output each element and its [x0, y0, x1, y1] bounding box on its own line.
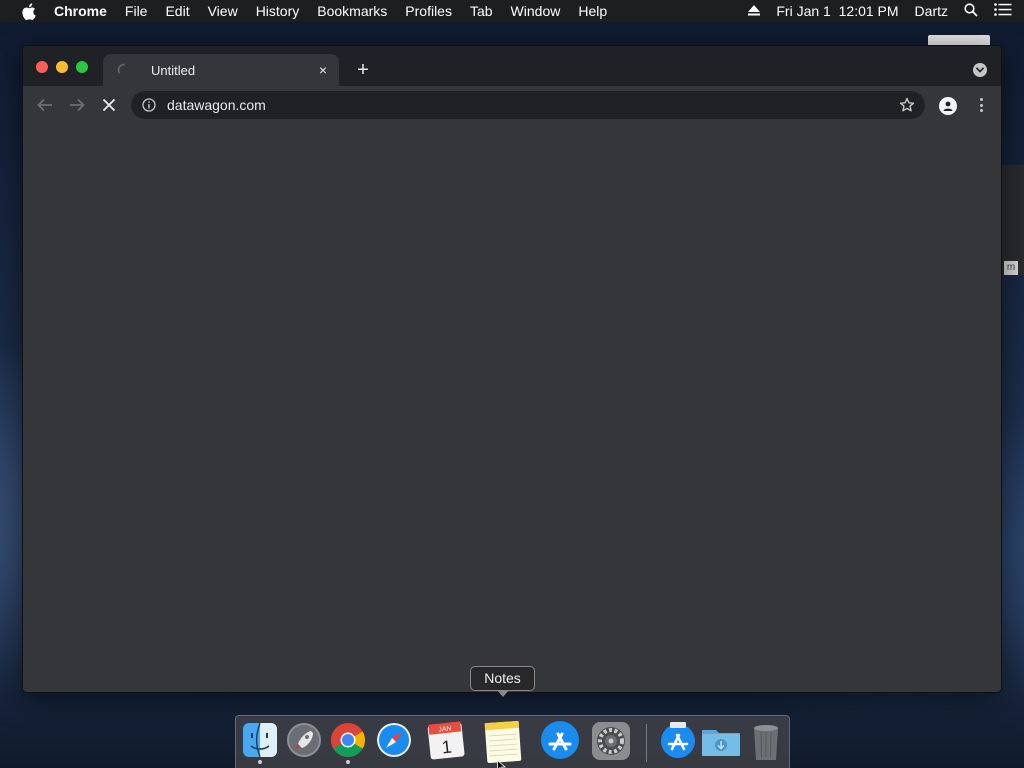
background-window-edge: m	[1002, 165, 1024, 275]
forward-arrow-icon[interactable]	[67, 95, 87, 115]
bookmark-star-icon[interactable]	[899, 97, 915, 113]
menu-bar: Chrome File Edit View History Bookmarks …	[0, 0, 1024, 22]
running-indicator	[258, 760, 262, 764]
site-info-icon[interactable]	[142, 98, 156, 112]
menu-edit[interactable]: Edit	[165, 0, 189, 22]
profile-avatar-icon[interactable]	[939, 97, 957, 115]
menu-bookmarks[interactable]: Bookmarks	[317, 0, 387, 22]
background-window-marker: m	[1004, 261, 1018, 275]
chrome-window: Untitled × + datawagon.com	[22, 45, 1002, 693]
new-tab-button[interactable]: +	[353, 60, 373, 81]
menu-datetime[interactable]: Fri Jan 1 12:01 PM	[776, 3, 898, 19]
menu-view[interactable]: View	[208, 0, 238, 22]
dock: JAN 1	[235, 715, 790, 768]
menu-history[interactable]: History	[256, 0, 300, 22]
downloads-folder-icon[interactable]	[700, 720, 740, 764]
app-store-downloads-icon[interactable]	[658, 720, 698, 764]
tab-search-icon[interactable]	[973, 63, 987, 77]
safari-icon[interactable]	[374, 720, 414, 764]
eject-icon[interactable]	[748, 3, 761, 19]
address-url[interactable]: datawagon.com	[167, 97, 899, 113]
browser-tab[interactable]: Untitled ×	[103, 54, 339, 86]
menu-app-name[interactable]: Chrome	[54, 0, 107, 22]
running-indicator	[346, 760, 350, 764]
app-store-icon[interactable]	[538, 720, 579, 764]
more-menu-icon[interactable]	[973, 96, 989, 114]
zoom-window-button[interactable]	[76, 61, 88, 73]
stop-icon[interactable]	[99, 95, 119, 115]
address-bar[interactable]: datawagon.com	[131, 91, 925, 119]
tab-close-icon[interactable]: ×	[315, 62, 331, 78]
menu-tab[interactable]: Tab	[470, 0, 493, 22]
back-arrow-icon[interactable]	[35, 95, 55, 115]
menu-help[interactable]: Help	[578, 0, 607, 22]
menu-file[interactable]: File	[125, 0, 148, 22]
notes-icon[interactable]	[483, 720, 523, 764]
notification-center-icon[interactable]	[994, 3, 1012, 19]
background-window-thumbnail	[928, 35, 990, 45]
calendar-icon[interactable]: JAN 1	[426, 720, 466, 764]
close-window-button[interactable]	[36, 61, 48, 73]
mouse-cursor-icon	[497, 759, 507, 768]
minimize-window-button[interactable]	[56, 61, 68, 73]
page-content	[23, 124, 1001, 692]
finder-icon[interactable]	[240, 720, 280, 764]
spotlight-search-icon[interactable]	[964, 2, 978, 20]
browser-toolbar: datawagon.com	[23, 86, 1001, 124]
loading-spinner-icon	[117, 63, 131, 77]
menu-user[interactable]: Dartz	[915, 3, 948, 19]
launchpad-icon[interactable]	[284, 720, 324, 764]
tab-strip: Untitled × +	[23, 46, 1001, 86]
calendar-day: 1	[441, 736, 453, 757]
trash-icon[interactable]	[746, 720, 786, 764]
chrome-icon[interactable]	[328, 720, 368, 764]
calendar-month: JAN	[438, 725, 452, 733]
system-preferences-icon[interactable]	[590, 720, 630, 764]
menu-profiles[interactable]: Profiles	[405, 0, 452, 22]
apple-icon[interactable]	[19, 2, 37, 20]
dock-tooltip: Notes	[470, 666, 535, 697]
tab-title: Untitled	[151, 62, 196, 78]
menu-window[interactable]: Window	[511, 0, 561, 22]
dock-separator	[646, 724, 647, 762]
